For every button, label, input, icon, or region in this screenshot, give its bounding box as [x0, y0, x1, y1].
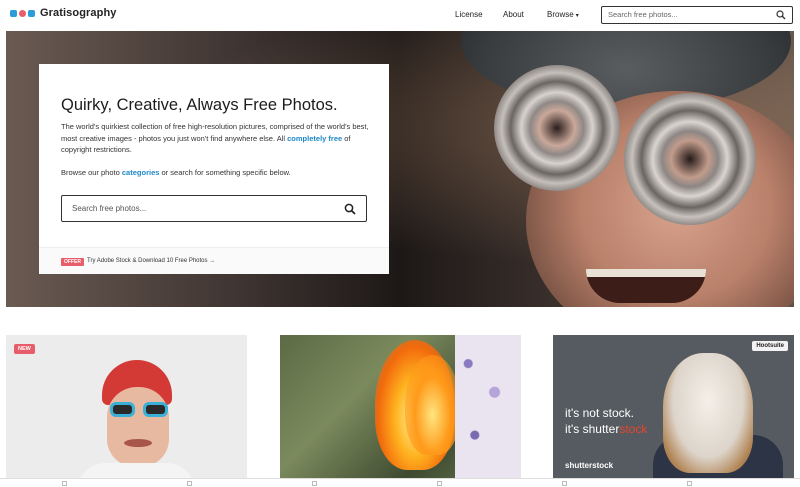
hero-search-input[interactable] [72, 204, 322, 213]
hero-intro-card: Quirky, Creative, Always Free Photos. Th… [39, 64, 389, 274]
ad-line-two-a: it's shutter [565, 422, 620, 436]
site-logo[interactable]: Gratisography [10, 7, 117, 19]
photo-shirt [76, 463, 196, 478]
next-row-strip [0, 478, 800, 487]
nav-browse-dropdown[interactable]: Browse ▾ [547, 10, 579, 19]
logo-text: Gratisography [40, 7, 117, 19]
top-navigation-bar: Gratisography License About Browse ▾ [0, 0, 800, 30]
offer-badge: OFFER [61, 258, 84, 266]
photo-floral-dress [455, 335, 521, 478]
hero-search-box [61, 195, 367, 222]
header-search-input[interactable] [608, 10, 768, 19]
completely-free-link[interactable]: completely free [287, 134, 342, 143]
nav-about-link[interactable]: About [503, 10, 524, 19]
chevron-down-icon: ▾ [575, 13, 579, 19]
ad-line-two-b: stock [619, 422, 648, 436]
hero-photo-mouth [586, 269, 706, 303]
hero-photo-goggle-left [494, 65, 620, 191]
categories-link[interactable]: categories [122, 168, 160, 177]
new-badge: NEW [14, 344, 35, 354]
hero-photo-goggle-right [624, 93, 756, 225]
search-icon[interactable] [776, 10, 786, 20]
photo-card-fire[interactable] [280, 335, 521, 478]
nav-browse-label: Browse [547, 10, 574, 19]
photo-sunglasses [110, 402, 168, 418]
browse-line-tail: or search for something specific below. [161, 168, 291, 177]
photo-card-hat-guy[interactable]: NEW [6, 335, 247, 478]
ad-brand: shutterstock [565, 461, 614, 470]
photo-lips [124, 439, 152, 447]
hero-description: The world's quirkiest collection of free… [61, 121, 371, 156]
hero-title: Quirky, Creative, Always Free Photos. [61, 96, 338, 114]
ad-line-one: it's not stock. [565, 406, 634, 420]
hootsuite-badge: Hootsuite [752, 341, 788, 351]
search-icon[interactable] [344, 203, 356, 215]
hero-browse-line: Browse our photo categories or search fo… [61, 168, 291, 177]
nav-license-link[interactable]: License [455, 10, 483, 19]
offer-link[interactable]: Try Adobe Stock & Download 10 Free Photo… [87, 258, 215, 264]
browse-line-text: Browse our photo [61, 168, 120, 177]
header-search-box [601, 6, 793, 24]
ad-line-two: it's shutterstock [565, 422, 647, 436]
ad-dog [663, 353, 753, 473]
logo-mark-icon [10, 9, 35, 17]
offer-banner[interactable]: OFFER Try Adobe Stock & Download 10 Free… [39, 247, 389, 274]
photo-flame-inner [405, 355, 460, 455]
photo-head [107, 387, 169, 467]
shutterstock-ad-card[interactable]: Hootsuite it's not stock. it's shutterst… [553, 335, 794, 478]
